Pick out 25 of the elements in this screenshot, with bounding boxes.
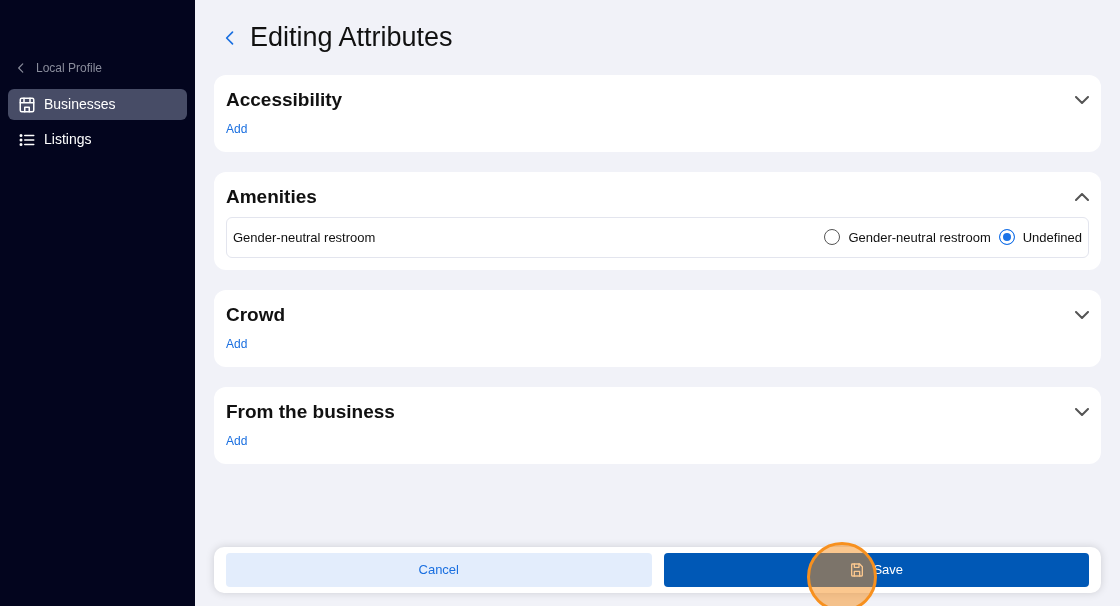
sidebar-item[interactable]: Listings xyxy=(8,124,187,155)
chevron-down-icon xyxy=(1075,311,1089,320)
back-link[interactable]: Local Profile xyxy=(8,59,109,77)
radio-label[interactable]: Undefined xyxy=(1022,227,1082,248)
radio-button[interactable] xyxy=(998,229,1015,246)
add-link[interactable]: Add xyxy=(226,334,248,353)
store-icon xyxy=(18,95,36,114)
section-title: Amenities xyxy=(226,185,317,209)
expand-toggle[interactable] xyxy=(1075,96,1089,105)
attribute-name: Gender-neutral restroom xyxy=(233,228,376,247)
sidebar-item[interactable]: Businesses xyxy=(8,89,187,120)
section-title: Crowd xyxy=(226,304,286,327)
chevron-up-icon xyxy=(1075,193,1089,202)
expand-toggle[interactable] xyxy=(1075,311,1089,320)
chevron-down-icon xyxy=(1075,96,1089,105)
expand-toggle[interactable] xyxy=(1075,193,1089,202)
page-title: Editing Attributes xyxy=(250,21,453,54)
expand-toggle[interactable] xyxy=(1075,408,1089,417)
add-link[interactable]: Add xyxy=(226,431,248,450)
add-link[interactable]: Add xyxy=(226,119,248,138)
cancel-button[interactable]: Cancel xyxy=(226,553,652,587)
chevron-down-icon xyxy=(1075,408,1089,417)
radio-label[interactable]: Gender-neutral restroom xyxy=(848,227,991,248)
section-title: From the business xyxy=(226,400,395,424)
section-title: Accessibility xyxy=(226,89,343,112)
